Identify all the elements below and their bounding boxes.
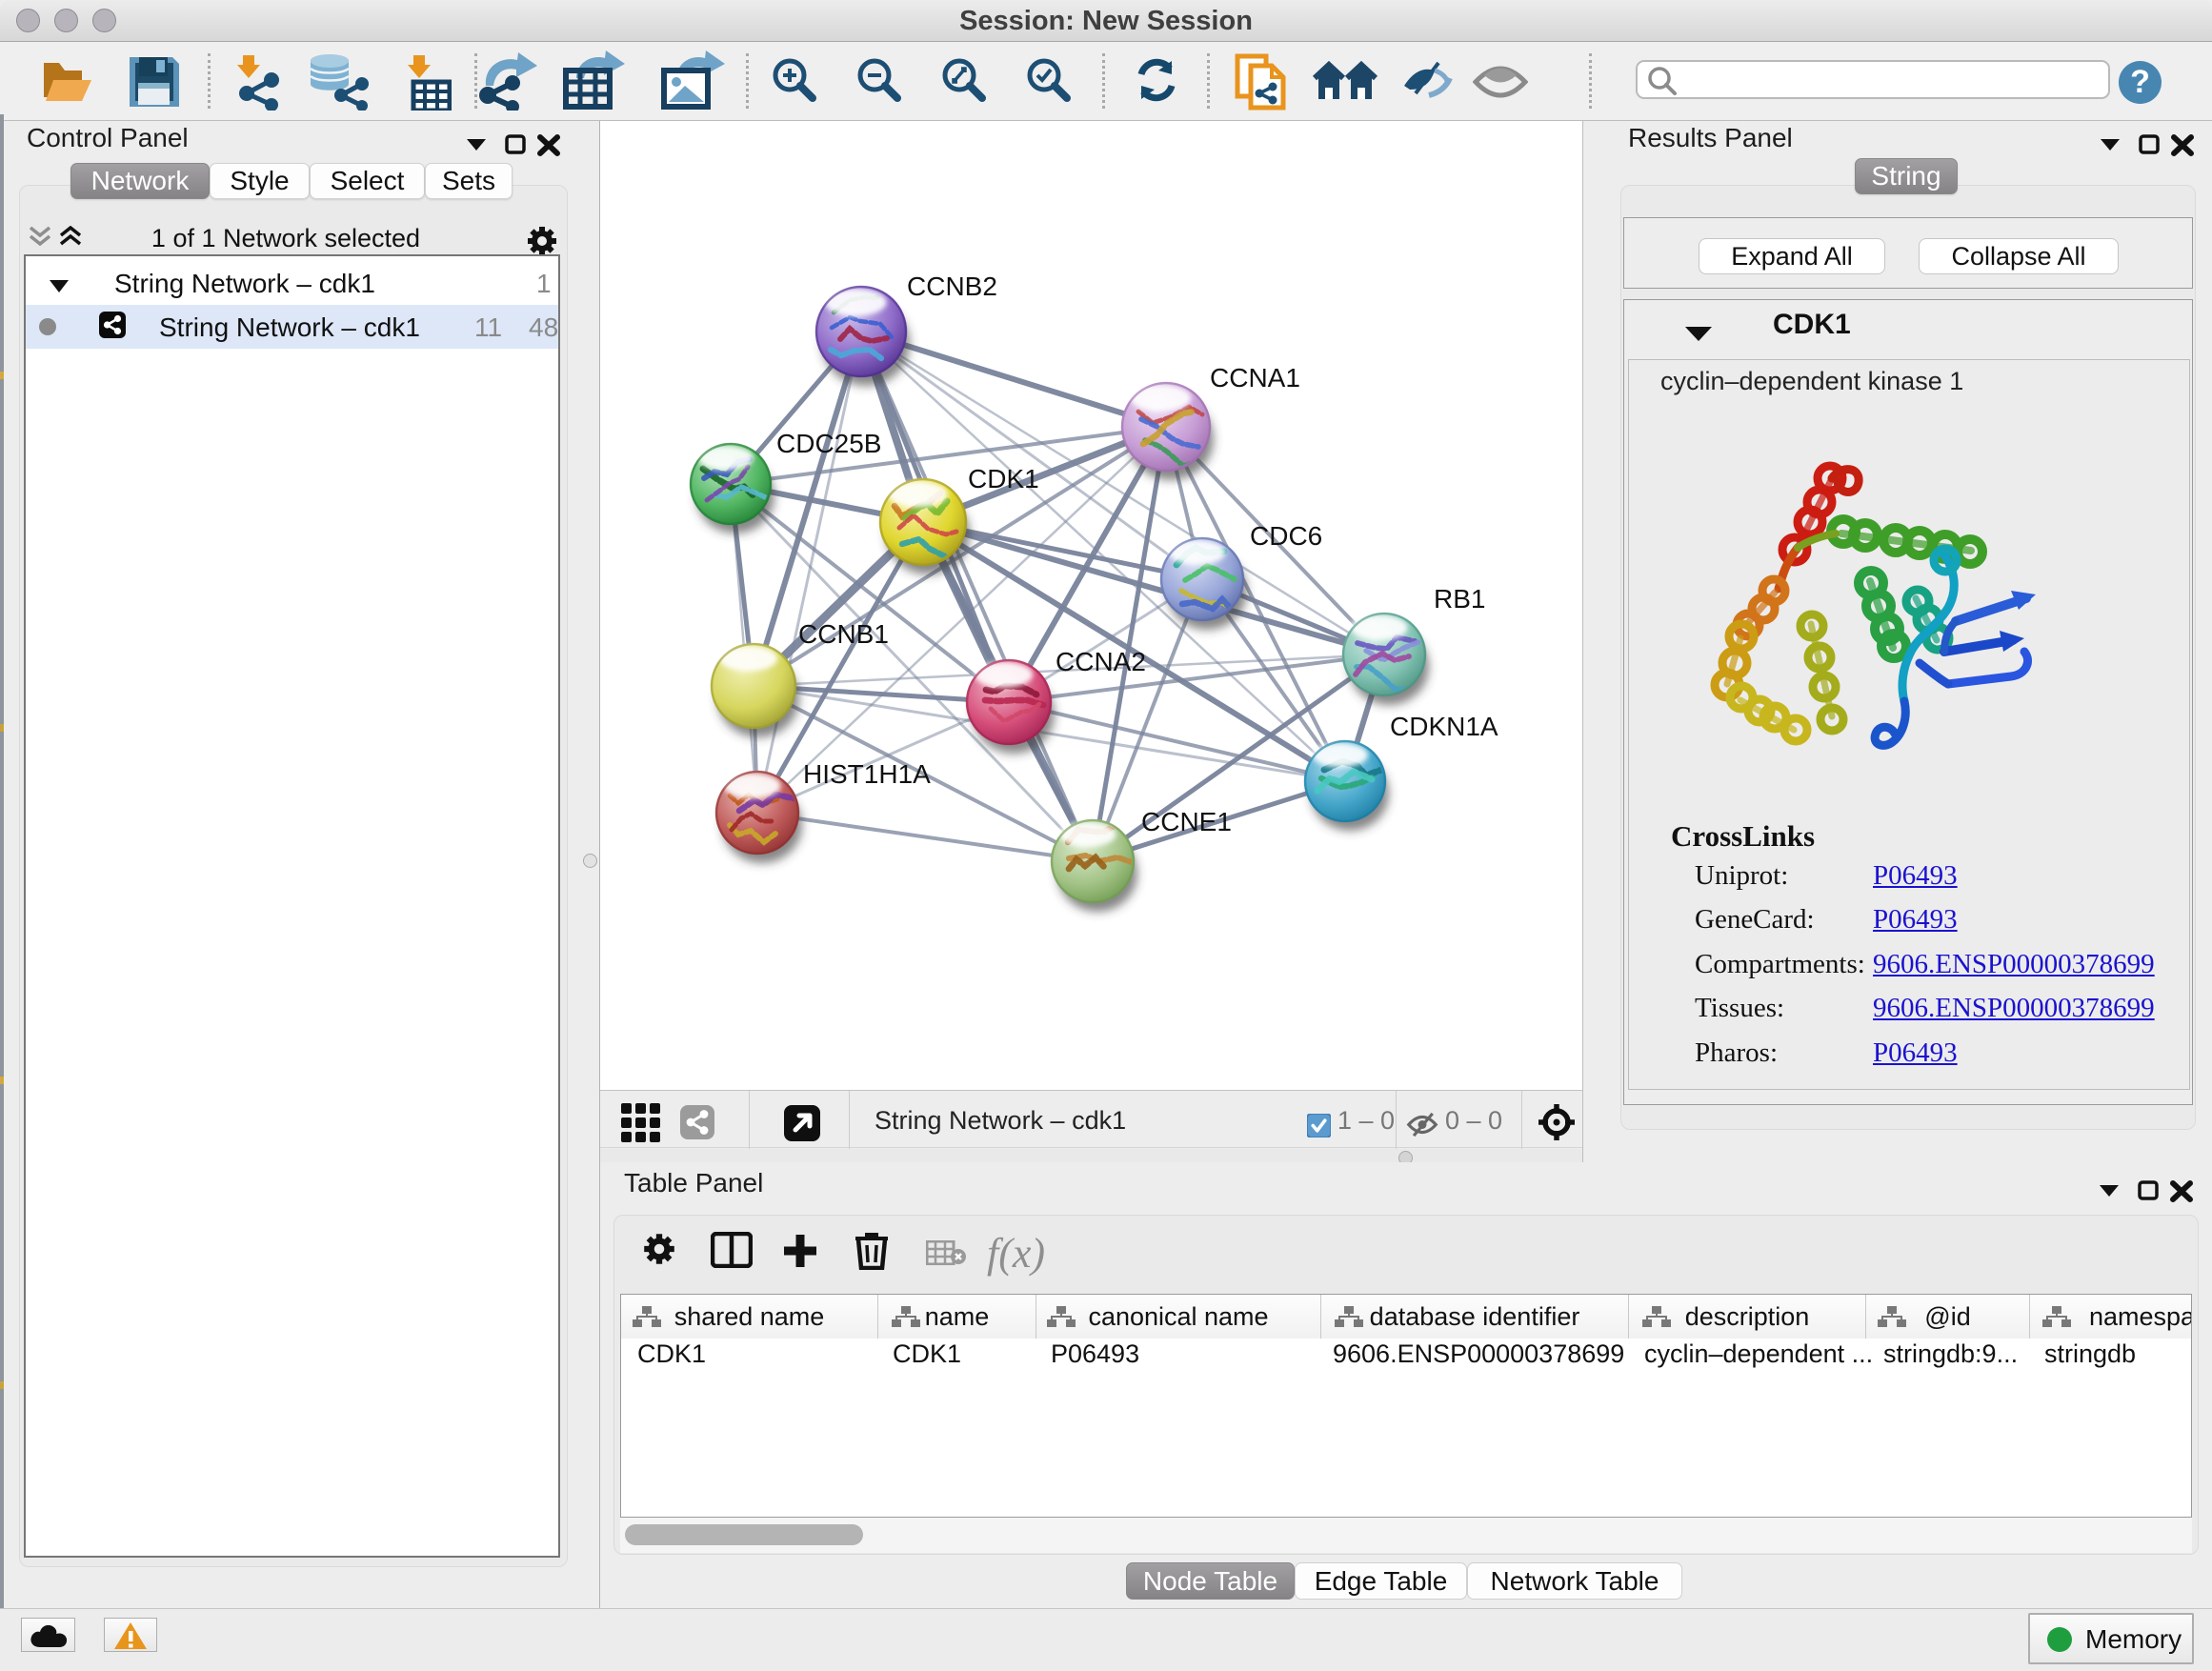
svg-text:CCNE1: CCNE1 bbox=[1141, 807, 1232, 836]
svg-text:CCNA1: CCNA1 bbox=[1210, 363, 1300, 393]
svg-text:RB1: RB1 bbox=[1434, 584, 1485, 614]
svg-text:CDC6: CDC6 bbox=[1250, 521, 1322, 551]
svg-text:HIST1H1A: HIST1H1A bbox=[803, 759, 931, 789]
svg-text:CCNB2: CCNB2 bbox=[907, 272, 997, 301]
svg-text:CDC25B: CDC25B bbox=[776, 429, 881, 458]
svg-text:CDK1: CDK1 bbox=[968, 464, 1039, 493]
svg-text:CCNB1: CCNB1 bbox=[798, 619, 889, 649]
svg-text:CCNA2: CCNA2 bbox=[1056, 647, 1146, 676]
svg-text:CDKN1A: CDKN1A bbox=[1390, 712, 1498, 741]
